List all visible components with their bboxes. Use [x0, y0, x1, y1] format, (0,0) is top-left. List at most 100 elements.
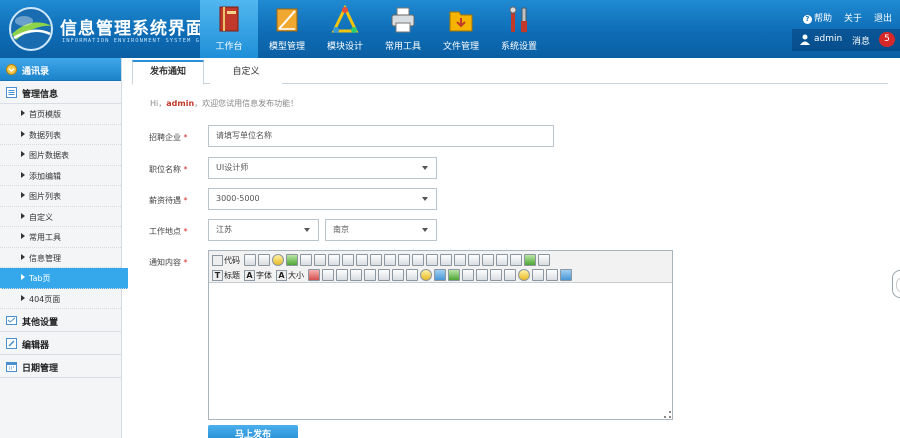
italic-icon[interactable] [350, 269, 362, 281]
city-select[interactable]: 南京 [325, 219, 437, 241]
paste-icon[interactable] [342, 254, 354, 266]
align-center-icon[interactable] [398, 254, 410, 266]
top-nav: 工作台 模型管理 模块设计 常用工具 文件管理 系统设置 [200, 0, 548, 58]
clear-format-icon[interactable] [524, 254, 536, 266]
strikethrough-icon[interactable] [378, 269, 390, 281]
nav-model[interactable]: 模型管理 [258, 0, 316, 58]
company-input[interactable]: 请填写单位名称 [208, 125, 554, 147]
sidebar-item-add-edit[interactable]: 添加编辑 [0, 166, 121, 186]
message-count-badge[interactable]: 5 [879, 32, 895, 47]
paste-word-icon[interactable] [370, 254, 382, 266]
position-select[interactable]: UI设计师 [208, 157, 437, 179]
nav-module[interactable]: 模块设计 [316, 0, 374, 58]
unordered-list-icon[interactable] [454, 254, 466, 266]
background-color-icon[interactable] [322, 269, 334, 281]
sidebar-group-other-settings[interactable]: 其他设置 [0, 309, 121, 332]
messages-link[interactable]: 消息 [852, 34, 870, 47]
font-size-button[interactable]: A 大小 [276, 269, 304, 281]
resize-handle-icon[interactable] [664, 411, 671, 418]
copy-icon[interactable] [328, 254, 340, 266]
print-icon[interactable] [300, 254, 312, 266]
nav-label: 模型管理 [268, 42, 305, 52]
about-link[interactable]: 关于 [844, 11, 862, 24]
superscript-icon[interactable] [510, 254, 522, 266]
side-scroll-handle[interactable] [892, 270, 900, 298]
nav-label: 工作台 [215, 42, 243, 52]
publish-button[interactable]: 马上发布 [208, 425, 298, 438]
caret-right-icon [21, 233, 25, 239]
sidebar-item-common-tools[interactable]: 常用工具 [0, 227, 121, 248]
image-icon[interactable] [420, 269, 432, 281]
help-link[interactable]: ? 帮助 [802, 11, 832, 24]
redo-icon[interactable] [286, 254, 298, 266]
outdent-icon[interactable] [482, 254, 494, 266]
ordered-list-icon[interactable] [440, 254, 452, 266]
find-icon[interactable] [244, 254, 256, 266]
sidebar-group-label: 日期管理 [22, 364, 59, 374]
table-icon[interactable] [462, 269, 474, 281]
hint-username: admin [166, 99, 195, 108]
subscript-icon[interactable] [496, 254, 508, 266]
heading-button[interactable]: T 标题 [212, 269, 240, 281]
sidebar-item-404[interactable]: 404页面 [0, 289, 121, 309]
list-icon [6, 87, 17, 98]
horizontal-rule-icon[interactable] [476, 269, 488, 281]
page-break-icon[interactable] [504, 269, 516, 281]
sidebar-item-data-list[interactable]: 数据列表 [0, 125, 121, 145]
align-left-icon[interactable] [384, 254, 396, 266]
special-char-icon[interactable] [490, 269, 502, 281]
editor-content-area[interactable] [209, 284, 672, 419]
sidebar-item-image-list[interactable]: 图片列表 [0, 186, 121, 207]
sidebar-group-label: 其他设置 [22, 318, 59, 328]
sidebar-item-tab-page[interactable]: Tab页 [0, 268, 128, 289]
sidebar-item-custom[interactable]: 自定义 [0, 207, 121, 227]
nav-workbench[interactable]: 工作台 [200, 0, 258, 58]
caret-right-icon [21, 294, 25, 301]
sidebar-group-contacts[interactable]: 通讯录 [0, 58, 121, 81]
undo-icon[interactable] [272, 254, 284, 266]
sidebar-group-label: 管理信息 [22, 90, 59, 100]
salary-label: 薪资待遇 * [149, 196, 188, 205]
sidebar-item-image-data[interactable]: 图片数据表 [0, 145, 121, 166]
font-family-button[interactable]: A 字体 [244, 269, 272, 281]
about-info-icon[interactable] [560, 269, 572, 281]
sidebar-item-home-template[interactable]: 首页模版 [0, 104, 121, 125]
paste-text-icon[interactable] [356, 254, 368, 266]
nav-files[interactable]: 文件管理 [432, 0, 490, 58]
sidebar-item-info-manage[interactable]: 信息管理 [0, 248, 121, 268]
media-icon[interactable] [448, 269, 460, 281]
sidebar-group-manage[interactable]: 管理信息 [0, 81, 121, 104]
model-icon [276, 8, 298, 32]
emoticon-icon[interactable] [518, 269, 530, 281]
heading-icon: T [212, 269, 223, 281]
caret-right-icon [21, 171, 25, 178]
align-justify-icon[interactable] [426, 254, 438, 266]
cut-icon[interactable] [314, 254, 326, 266]
underline-icon[interactable] [364, 269, 376, 281]
code-button[interactable]: 代码 [212, 254, 240, 266]
flash-icon[interactable] [434, 269, 446, 281]
salary-select[interactable]: 3000-5000 [208, 188, 437, 210]
select-all-icon[interactable] [538, 254, 550, 266]
username[interactable]: admin [814, 34, 842, 44]
font-color-icon[interactable] [308, 269, 320, 281]
bold-icon[interactable] [336, 269, 348, 281]
nav-settings[interactable]: 系统设置 [490, 0, 548, 58]
align-right-icon[interactable] [412, 254, 424, 266]
sidebar-group-editor[interactable]: 编辑器 [0, 332, 121, 355]
app-header: 信息管理系统界面 INFORMATION ENVIRONMENT SYSTEM … [0, 0, 900, 58]
nav-tools[interactable]: 常用工具 [374, 0, 432, 58]
tab-publish-notice[interactable]: 发布通知 [132, 60, 204, 85]
preview-icon[interactable] [258, 254, 270, 266]
province-select[interactable]: 江苏 [208, 219, 319, 241]
sidebar-group-date[interactable]: 日期管理 [0, 355, 121, 378]
toolbar-row-2: T 标题 A 字体 A 大小 [212, 268, 574, 282]
unlink-icon[interactable] [546, 269, 558, 281]
tab-custom[interactable]: 自定义 [210, 60, 282, 84]
line-height-icon[interactable] [406, 269, 418, 281]
link-icon[interactable] [532, 269, 544, 281]
remove-format-icon[interactable] [392, 269, 404, 281]
workbench-icon [219, 6, 239, 32]
indent-icon[interactable] [468, 254, 480, 266]
logout-link[interactable]: 退出 [874, 11, 892, 24]
